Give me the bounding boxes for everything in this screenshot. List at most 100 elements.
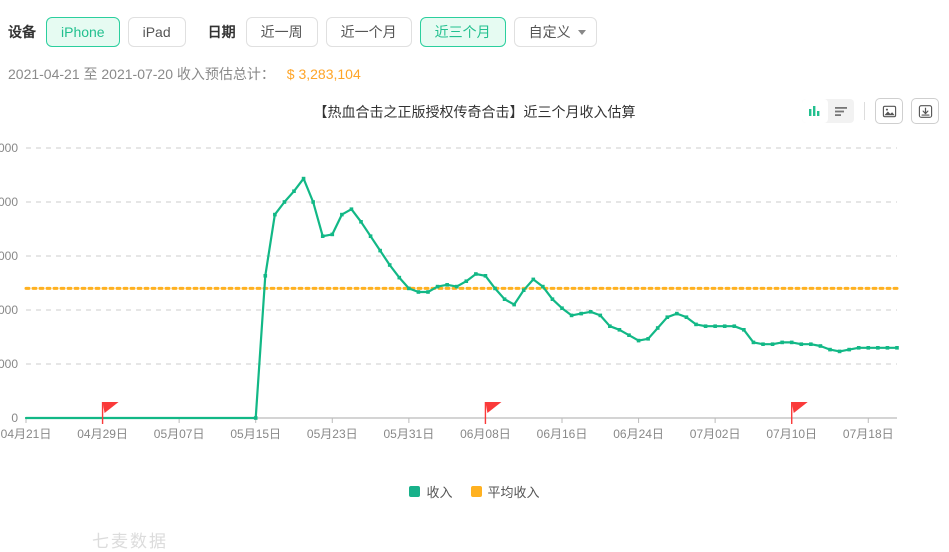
revenue-point [273,212,277,217]
device-option-ipad[interactable]: iPad [127,17,186,47]
revenue-summary: 2021-04-21 至 2021-07-20 收入预估总计： $ 3,283,… [0,48,949,84]
date-option-last-three-months[interactable]: 近三个月 [419,17,506,47]
revenue-point [579,311,583,316]
revenue-point [340,212,344,217]
revenue-point [866,346,871,350]
revenue-point [818,344,823,348]
download-icon[interactable] [911,98,939,124]
date-filter-label: 日期 [207,24,236,40]
bar-chart-view-icon[interactable] [802,99,828,123]
revenue-point [713,324,717,328]
summary-range-text: 2021-04-21 至 2021-07-20 收入预估总计： [8,66,275,82]
legend-label-revenue: 收入 [426,485,453,500]
revenue-point [598,313,603,318]
revenue-point [617,328,622,332]
date-option-custom-label: 自定义 [528,24,571,40]
revenue-point [560,306,564,310]
revenue-point [512,302,516,307]
revenue-point [502,297,507,301]
revenue-point [770,342,775,346]
revenue-point [809,342,813,346]
legend-item-average-revenue[interactable]: 平均收入 [470,482,540,501]
revenue-point [407,286,411,291]
revenue-point [608,324,612,328]
x-axis-tick-label: 05月15日 [230,427,281,441]
chart-watermark: 七麦数据 [92,532,168,551]
revenue-point [387,263,392,267]
revenue-point [359,220,363,224]
revenue-point [569,313,574,318]
y-axis-tick-label: 0 [11,411,18,425]
revenue-point [397,275,402,280]
y-axis-tick-label: 120000 [0,195,18,209]
toolbar-divider [864,102,865,120]
y-axis-tick-label: 90000 [0,249,18,263]
date-option-custom[interactable]: 自定义 [513,17,597,47]
revenue-point [426,290,430,294]
revenue-point [349,207,354,211]
revenue-point [627,333,631,337]
x-axis-tick-label: 06月24日 [613,427,664,441]
legend-swatch-average-revenue [470,486,482,497]
legend-item-revenue[interactable]: 收入 [409,482,453,501]
revenue-point [416,290,421,294]
x-axis-tick-label: 07月10日 [766,427,817,441]
x-axis-tick-label: 07月18日 [843,427,894,441]
revenue-point [742,328,746,332]
x-axis-tick-label: 06月08日 [460,427,511,441]
revenue-point [282,200,287,204]
revenue-point [464,279,469,283]
x-axis-tick-label: 05月23日 [307,427,358,441]
legend-label-average-revenue: 平均收入 [487,485,540,500]
revenue-line-chart[interactable]: 0 30000 60000 90000 120000 150000 04月21日 04月29日… [0,136,949,476]
revenue-point [531,277,536,282]
save-image-icon[interactable] [875,98,903,124]
revenue-point [703,324,708,328]
revenue-point [828,347,832,352]
revenue-point [694,322,698,327]
y-axis-tick-label: 150000 [0,141,18,155]
revenue-line [24,177,899,420]
revenue-point [541,284,545,289]
revenue-point [675,311,679,316]
revenue-point [636,338,641,343]
revenue-point [856,346,861,350]
revenue-point [655,326,660,330]
x-axis-tick-label: 06月16日 [537,427,588,441]
summary-total-amount: $ 3,283,104 [286,66,361,82]
revenue-point [301,176,306,181]
revenue-point [445,283,449,287]
revenue-point [521,288,526,292]
x-axis-tick-label: 07月02日 [690,427,741,441]
device-filter-label: 设备 [8,24,36,40]
version-update-flag-marker [484,402,502,424]
revenue-point [684,315,689,319]
list-view-icon[interactable] [828,99,854,123]
chart-legend: 收入 平均收入 [0,482,949,501]
legend-swatch-revenue [409,486,421,497]
revenue-point [837,349,842,354]
chevron-down-icon [577,29,586,35]
revenue-point [493,286,497,291]
revenue-point [722,324,727,328]
chart-header: 【热血合击之正版授权传奇合击】近三个月收入估算 [0,96,949,136]
revenue-point [474,272,478,276]
date-option-last-month[interactable]: 近一个月 [325,17,412,47]
revenue-point [646,337,650,341]
revenue-point [847,347,851,352]
x-axis-tick-label: 04月29日 [77,427,128,441]
revenue-point [780,340,784,345]
revenue-point [378,248,382,253]
view-mode-toggle [802,99,854,123]
revenue-point [665,315,670,319]
device-option-iphone[interactable]: iPhone [46,17,120,47]
revenue-point [368,234,373,238]
y-axis-tick-label: 60000 [0,303,18,317]
revenue-point [454,284,459,289]
revenue-point [761,342,765,346]
revenue-point [330,232,335,237]
date-option-last-week[interactable]: 近一周 [245,17,318,47]
chart-area[interactable]: 0 30000 60000 90000 120000 150000 04月21日 04月29日… [0,136,949,551]
revenue-point [435,284,440,289]
chart-toolbar [802,98,939,124]
